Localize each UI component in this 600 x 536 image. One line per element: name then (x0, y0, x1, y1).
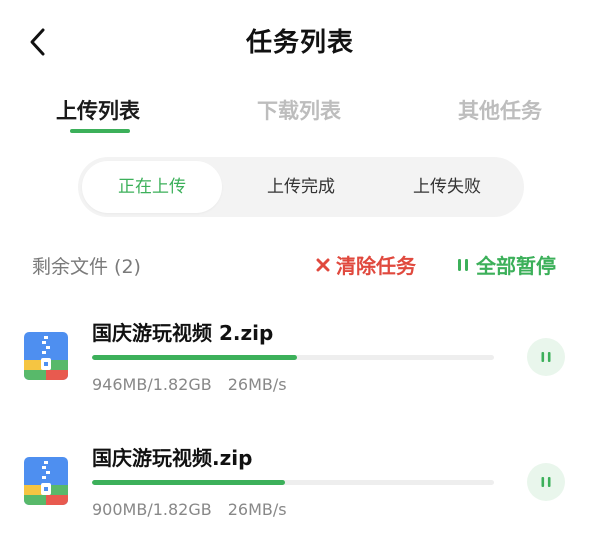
segment-upload-failed[interactable]: 上传失败 (374, 157, 520, 217)
pause-icon (541, 352, 551, 362)
file-meta: 900MB/1.82GB 26MB/s (92, 500, 287, 519)
tab-other-tasks[interactable]: 其他任务 (458, 95, 542, 125)
upload-progress-bar (92, 355, 494, 360)
upload-status-segmented-control: 正在上传 上传完成 上传失败 (78, 157, 524, 217)
upload-task-item[interactable]: 国庆游玩视频.zip 900MB/1.82GB 26MB/s (0, 430, 600, 536)
tab-download-list[interactable]: 下载列表 (257, 95, 341, 125)
upload-speed: 26MB/s (227, 500, 287, 519)
segment-uploading[interactable]: 正在上传 (82, 161, 222, 213)
file-size-progress: 946MB/1.82GB (92, 375, 212, 394)
pause-icon (456, 258, 470, 272)
task-list-page: 任务列表 上传列表 下载列表 其他任务 正在上传 上传完成 上传失败 剩余文件 … (0, 0, 600, 536)
file-name: 国庆游玩视频 2.zip (92, 321, 274, 345)
zip-file-icon (24, 457, 68, 505)
pause-all-button[interactable]: 全部暂停 (456, 250, 556, 279)
zip-file-icon (24, 332, 68, 380)
page-title: 任务列表 (245, 28, 354, 58)
active-tab-indicator (70, 129, 130, 133)
pause-icon (541, 477, 551, 487)
upload-progress-fill (92, 355, 298, 360)
file-size-progress: 900MB/1.82GB (92, 500, 212, 519)
clear-tasks-label: 清除任务 (336, 254, 416, 278)
file-meta: 946MB/1.82GB 26MB/s (92, 375, 287, 394)
pause-all-label: 全部暂停 (476, 254, 556, 278)
upload-task-item[interactable]: 国庆游玩视频 2.zip 946MB/1.82GB 26MB/s (0, 305, 600, 415)
close-icon (316, 258, 330, 272)
pause-task-button[interactable] (527, 463, 565, 501)
upload-progress-fill (92, 480, 285, 485)
upload-progress-bar (92, 480, 494, 485)
remaining-files-label: 剩余文件 (2) (32, 256, 141, 278)
clear-tasks-button[interactable]: 清除任务 (316, 250, 416, 279)
upload-speed: 26MB/s (227, 375, 287, 394)
segment-upload-complete[interactable]: 上传完成 (228, 157, 374, 217)
tab-upload-list[interactable]: 上传列表 (56, 95, 140, 125)
pause-task-button[interactable] (527, 338, 565, 376)
file-name: 国庆游玩视频.zip (92, 446, 253, 470)
